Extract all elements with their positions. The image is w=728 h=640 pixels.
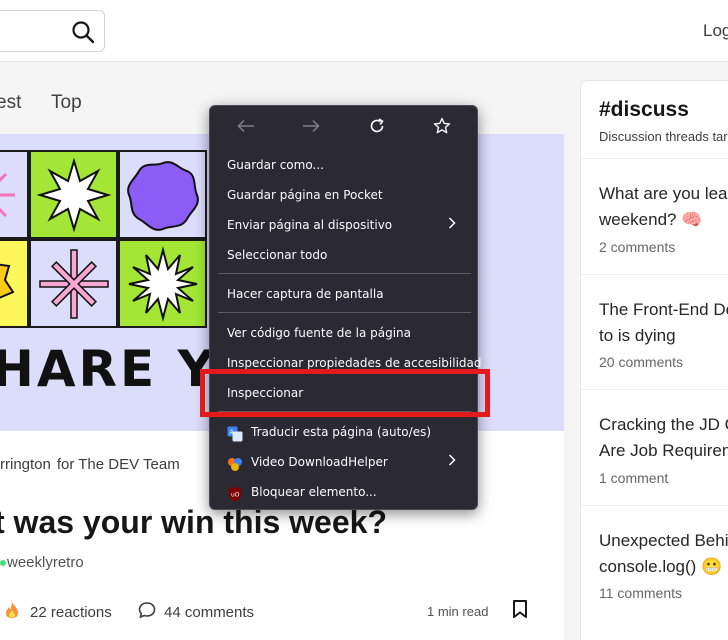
search-icon[interactable] xyxy=(70,19,96,45)
menu-block-element[interactable]: uO Bloquear elemento... xyxy=(210,478,479,506)
discuss-subtitle: Discussion threads tar xyxy=(599,129,728,144)
video-downloadhelper-icon xyxy=(227,454,243,471)
tile-purple-blob xyxy=(118,150,207,239)
comment-bubble-icon xyxy=(138,601,156,623)
thread-title[interactable]: The Front-End De to is dying xyxy=(599,297,728,349)
inspect-highlight-box xyxy=(200,369,490,417)
author-name[interactable]: rrington xyxy=(0,456,51,473)
reload-icon[interactable] xyxy=(364,114,390,138)
tile-pink-sparkle xyxy=(29,239,118,328)
thread-title[interactable]: Cracking the JD C Are Job Requirem xyxy=(599,412,728,464)
menu-screenshot[interactable]: Hacer captura de pantalla xyxy=(210,280,479,308)
discuss-thread[interactable]: Cracking the JD C Are Job Requirem 1 com… xyxy=(581,389,728,505)
comments-count: 44 comments xyxy=(164,603,255,621)
tab-top[interactable]: Top xyxy=(51,92,82,114)
top-header: Log xyxy=(0,0,728,62)
discuss-thread[interactable]: What are you lea weekend? 🧠 2 comments xyxy=(581,158,728,274)
discuss-heading[interactable]: #discuss xyxy=(599,98,689,122)
translate-icon: A xyxy=(227,424,243,442)
menu-view-source[interactable]: Ver código fuente de la página xyxy=(210,319,479,347)
chevron-right-icon xyxy=(448,211,456,239)
svg-text:A: A xyxy=(229,428,234,436)
thread-title[interactable]: What are you lea weekend? 🧠 xyxy=(599,181,728,233)
menu-translate-page[interactable]: A Traducir esta página (auto/es) xyxy=(210,418,479,446)
context-nav-row xyxy=(210,106,479,146)
tag-label[interactable]: weeklyretro xyxy=(7,554,84,571)
discuss-widget: #discuss Discussion threads tar What are… xyxy=(580,80,728,640)
discuss-thread[interactable]: Unexpected Behi console.log() 😬 11 comme… xyxy=(581,505,728,640)
menu-save-as[interactable]: Guardar como... xyxy=(210,151,479,179)
svg-text:uO: uO xyxy=(231,492,240,499)
tile-white-burst xyxy=(29,150,118,239)
login-link[interactable]: Log xyxy=(703,21,728,41)
chevron-right-icon xyxy=(448,448,456,476)
reactions-count: 22 reactions xyxy=(30,603,112,621)
context-menu: Guardar como... Guardar página en Pocket… xyxy=(209,105,482,510)
menu-select-all[interactable]: Seleccionar todo xyxy=(210,241,479,269)
forward-arrow-icon[interactable] xyxy=(298,114,324,138)
discuss-thread[interactable]: The Front-End De to is dying 20 comments xyxy=(581,274,728,390)
thread-comments: 20 comments xyxy=(599,354,684,370)
post-author[interactable]: rrington for The DEV Team xyxy=(0,456,180,473)
thread-comments: 2 comments xyxy=(599,239,676,255)
tile-pink-star xyxy=(0,150,29,239)
bookmark-star-icon[interactable] xyxy=(429,114,455,138)
thread-comments: 1 comment xyxy=(599,470,669,486)
bookmark-icon[interactable] xyxy=(511,599,529,624)
post-tag[interactable]: weeklyretro xyxy=(0,554,84,571)
thread-title[interactable]: Unexpected Behi console.log() 😬 xyxy=(599,528,728,580)
reactions-button[interactable]: 22 reactions xyxy=(4,601,112,623)
author-org[interactable]: for The DEV Team xyxy=(57,456,180,473)
menu-send-to-device[interactable]: Enviar página al dispositivo xyxy=(210,211,479,239)
ublock-shield-icon: uO xyxy=(227,484,243,502)
tab-latest[interactable]: est xyxy=(0,92,21,114)
back-arrow-icon[interactable] xyxy=(233,114,259,138)
menu-save-pocket[interactable]: Guardar página en Pocket xyxy=(210,181,479,209)
comments-button[interactable]: 44 comments xyxy=(138,601,254,623)
menu-separator xyxy=(218,273,471,274)
tag-color-dot xyxy=(0,560,6,567)
menu-separator xyxy=(218,312,471,313)
read-time: 1 min read xyxy=(427,604,489,619)
tile-yellow-badge xyxy=(0,239,29,328)
fire-icon xyxy=(4,601,20,623)
thread-comments: 11 comments xyxy=(599,585,682,601)
menu-video-downloadhelper[interactable]: Video DownloadHelper xyxy=(210,448,479,476)
search-input[interactable] xyxy=(0,10,105,52)
tile-white-burst-2 xyxy=(118,239,207,328)
